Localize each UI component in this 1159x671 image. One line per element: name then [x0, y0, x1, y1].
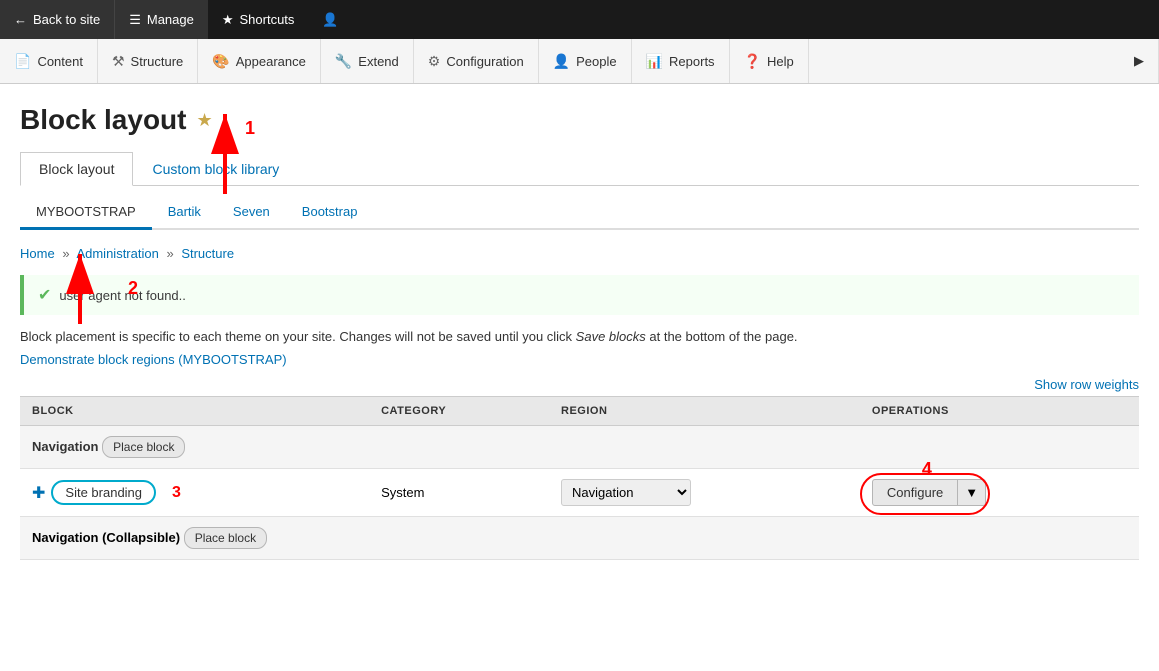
show-row-weights-link[interactable]: Show row weights — [1034, 377, 1139, 392]
theme-tabs: MYBOOTSTRAP Bartik Seven Bootstrap — [20, 196, 1139, 230]
people-icon: 👤 — [553, 53, 570, 70]
col-block: BLOCK — [20, 397, 369, 426]
col-region: REGION — [549, 397, 860, 426]
place-block-button[interactable]: Place block — [102, 436, 185, 458]
favorite-star-icon[interactable]: ★ — [196, 110, 212, 131]
tab-custom-block-library[interactable]: Custom block library — [133, 152, 298, 185]
user-button[interactable]: 👤 — [308, 0, 352, 39]
nav-arrow-icon: ▶ — [1134, 53, 1144, 69]
nav-structure[interactable]: ⚒ Structure — [98, 39, 198, 83]
nav-people[interactable]: 👤 People — [539, 39, 632, 83]
status-message: ✔ user agent not found.. — [20, 275, 1139, 315]
section-label: Navigation — [32, 439, 98, 454]
operations-cell: Configure ▼ 4 — [860, 469, 1139, 517]
extend-icon: 🔧 — [335, 53, 352, 70]
manage-button[interactable]: ☰ Manage — [115, 0, 208, 39]
nav-appearance[interactable]: 🎨 Appearance — [198, 39, 321, 83]
site-branding-label: Site branding — [51, 480, 156, 505]
theme-tab-mybootstrap[interactable]: MYBOOTSTRAP — [20, 196, 152, 230]
breadcrumb-structure[interactable]: Structure — [181, 246, 234, 261]
arrow-left-icon: ← — [14, 12, 27, 27]
page-title: Block layout — [20, 104, 186, 136]
admin-toolbar: ← Back to site ☰ Manage ★ Shortcuts 👤 — [0, 0, 1159, 39]
structure-icon: ⚒ — [112, 53, 125, 70]
page-content: 1 2 Block layout ★ Block layout Custom b… — [0, 84, 1159, 560]
theme-tab-bootstrap[interactable]: Bootstrap — [286, 196, 374, 230]
table-header-row: BLOCK CATEGORY REGION OPERATIONS — [20, 397, 1139, 426]
section-navigation: Navigation Place block — [20, 426, 1139, 469]
nav-reports[interactable]: 📊 Reports — [632, 39, 730, 83]
page-title-row: Block layout ★ — [20, 104, 1139, 136]
block-table: BLOCK CATEGORY REGION OPERATIONS Navigat… — [20, 396, 1139, 560]
configure-dropdown-button[interactable]: ▼ — [958, 479, 986, 506]
block-cell: ✚ Site branding 3 — [20, 469, 369, 517]
primary-tabs: Block layout Custom block library — [20, 152, 1139, 186]
configure-button[interactable]: Configure — [872, 479, 958, 506]
breadcrumb: Home » Administration » Structure — [20, 246, 1139, 261]
status-text: user agent not found.. — [59, 288, 185, 303]
info-text: Block placement is specific to each them… — [20, 329, 1139, 344]
nav-help[interactable]: ❓ Help — [730, 39, 809, 83]
content-icon: 📄 — [14, 53, 31, 70]
reports-icon: 📊 — [646, 53, 663, 70]
drag-handle-icon[interactable]: ✚ — [32, 483, 45, 503]
help-icon: ❓ — [744, 53, 761, 70]
menu-icon: ☰ — [129, 12, 141, 28]
nav-configuration[interactable]: ⚙ Configuration — [414, 39, 539, 83]
bottom-section-label: Navigation (Collapsible) — [32, 530, 180, 545]
bottom-place-block-button[interactable]: Place block — [184, 527, 267, 549]
user-icon: 👤 — [322, 12, 338, 28]
check-icon: ✔ — [38, 285, 51, 305]
nav-bar: 📄 Content ⚒ Structure 🎨 Appearance 🔧 Ext… — [0, 39, 1159, 84]
nav-extend[interactable]: 🔧 Extend — [321, 39, 414, 83]
category-cell: System — [369, 469, 549, 517]
appearance-icon: 🎨 — [212, 53, 229, 70]
tab-block-layout[interactable]: Block layout — [20, 152, 133, 186]
nav-collapse[interactable]: ▶ — [1120, 39, 1159, 83]
star-icon: ★ — [222, 12, 234, 28]
config-icon: ⚙ — [428, 53, 441, 70]
demo-regions-link[interactable]: Demonstrate block regions (MYBOOTSTRAP) — [20, 352, 287, 367]
col-operations: OPERATIONS — [860, 397, 1139, 426]
breadcrumb-administration[interactable]: Administration — [76, 246, 158, 261]
col-category: CATEGORY — [369, 397, 549, 426]
theme-tab-seven[interactable]: Seven — [217, 196, 286, 230]
section-navigation-collapsible: Navigation (Collapsible) Place block — [20, 517, 1139, 560]
region-cell: Navigation Header Footer Sidebar — [549, 469, 860, 517]
configure-button-group: Configure ▼ — [872, 479, 986, 506]
theme-tab-bartik[interactable]: Bartik — [152, 196, 217, 230]
table-row: ✚ Site branding 3 System Navigation Head… — [20, 469, 1139, 517]
row-weights-container: Show row weights — [20, 377, 1139, 392]
annotation-3: 3 — [172, 484, 181, 502]
region-dropdown[interactable]: Navigation Header Footer Sidebar — [561, 479, 691, 506]
breadcrumb-home[interactable]: Home — [20, 246, 55, 261]
back-to-site-button[interactable]: ← Back to site — [0, 0, 115, 39]
annotation-4: 4 — [922, 459, 932, 480]
shortcuts-button[interactable]: ★ Shortcuts — [208, 0, 309, 39]
nav-content[interactable]: 📄 Content — [0, 39, 98, 83]
